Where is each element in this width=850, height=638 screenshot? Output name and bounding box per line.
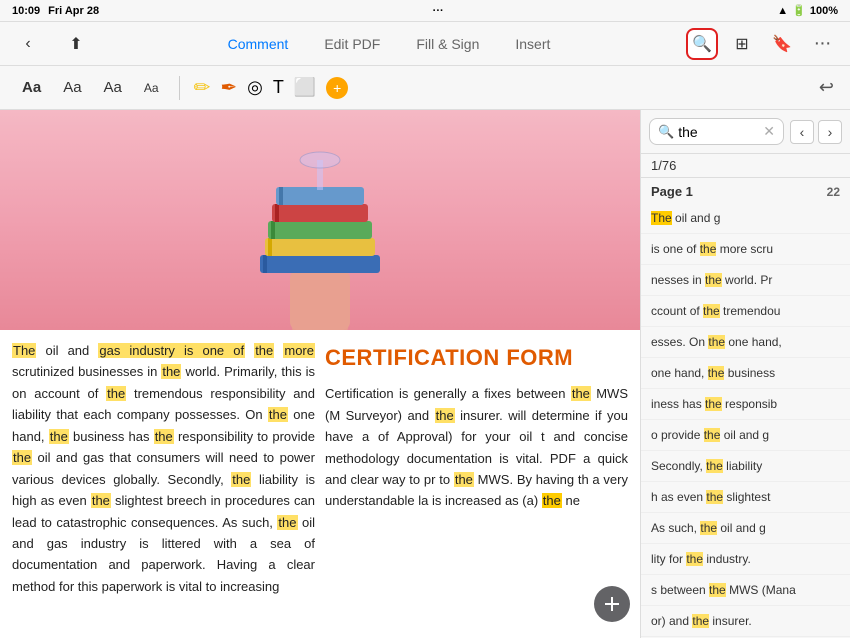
search-button[interactable]: 🔍 [686, 28, 718, 60]
search-icon: 🔍 [658, 124, 674, 140]
search-input-wrapper: 🔍 ✕ [649, 118, 784, 145]
cert-title: CERTIFICATION FORM [325, 340, 628, 375]
search-page-label: Page 1 [651, 184, 693, 199]
toolbar-divider-1 [179, 76, 180, 100]
undo-button[interactable]: ↩ [819, 77, 834, 98]
more-button[interactable]: ··· [806, 28, 838, 60]
search-count-bar: 1/76 [641, 154, 850, 178]
wifi-icon: ▲ [777, 5, 788, 17]
search-result-item[interactable]: esses. On the one hand, [641, 327, 850, 358]
search-result-item[interactable]: ccount of the tremendou [641, 296, 850, 327]
search-navigation: ‹ › [790, 120, 842, 144]
highlight-the-7: the [154, 429, 174, 444]
nav-right-actions: 🔍 ⊞ 🔖 ··· [686, 28, 838, 60]
highlight-the-1: The [12, 343, 36, 358]
search-page-header: Page 1 22 [641, 178, 850, 203]
highlight-tool[interactable]: ✏ [194, 75, 211, 100]
tab-fill-sign[interactable]: Fill & Sign [398, 30, 497, 58]
back-button[interactable]: ‹ [12, 28, 44, 60]
highlight-the-10: the [91, 493, 111, 508]
status-time: 10:09 [12, 5, 40, 17]
search-result-item[interactable]: one hand, the business [641, 358, 850, 389]
search-result-item[interactable]: The oil and g [641, 203, 850, 234]
grid-button[interactable]: ⊞ [726, 28, 758, 60]
highlight-gas: gas industry is one of [98, 343, 245, 358]
right-column: CERTIFICATION FORM Certification is gene… [325, 340, 628, 628]
tab-comment[interactable]: Comment [210, 30, 307, 58]
search-next-button[interactable]: › [818, 120, 842, 144]
highlight-the-9: the [231, 472, 251, 487]
status-bar: 10:09 Fri Apr 28 ··· ▲ 🔋 100% [0, 0, 850, 22]
font-size-regular[interactable]: Aa [98, 75, 128, 100]
books-illustration [120, 110, 520, 330]
search-result-item[interactable]: or) and the insurer. [641, 606, 850, 637]
search-result-item[interactable]: iness has the responsib [641, 389, 850, 420]
shape-tool[interactable]: ⬜ [294, 77, 316, 98]
search-result-item[interactable]: is one of the more scru [641, 234, 850, 265]
search-result-item[interactable]: s between the MWS (Mana [641, 575, 850, 606]
floating-action-button[interactable] [594, 586, 630, 622]
highlight-the-6: the [49, 429, 69, 444]
doc-page: The oil and gas industry is one of the m… [0, 110, 640, 638]
search-result-item[interactable]: o provide the oil and g [641, 420, 850, 451]
search-prev-button[interactable]: ‹ [790, 120, 814, 144]
search-input[interactable] [678, 124, 759, 140]
main-content: The oil and gas industry is one of the m… [0, 110, 850, 638]
nav-tabs: Comment Edit PDF Fill & Sign Insert [210, 30, 569, 58]
search-clear-button[interactable]: ✕ [763, 123, 775, 140]
status-ellipsis: ··· [433, 5, 444, 17]
highlight-the-5: the [268, 407, 288, 422]
search-result-item[interactable]: As such, the oil and g [641, 513, 850, 544]
highlight-the-8: the [12, 450, 32, 465]
highlight-the-11: the [277, 515, 297, 530]
search-panel: 🔍 ✕ ‹ › 1/76 Page 1 22 The oil and g is … [640, 110, 850, 638]
highlight-the-4: the [106, 386, 126, 401]
doc-text-area: The oil and gas industry is one of the m… [0, 330, 640, 638]
highlight-the-2: the [254, 343, 274, 358]
search-results-list[interactable]: The oil and g is one of the more scru ne… [641, 203, 850, 638]
text-tool[interactable]: T [273, 77, 284, 98]
search-bar: 🔍 ✕ ‹ › [641, 110, 850, 154]
search-page-count: 22 [827, 185, 840, 199]
add-tool[interactable]: + [326, 77, 348, 99]
font-size-medium[interactable]: Aa [57, 75, 87, 100]
highlight-the-r3: the [454, 472, 474, 487]
highlight-the-current: the [542, 493, 562, 508]
highlight-more: more [283, 343, 315, 358]
bookmark-button[interactable]: 🔖 [766, 28, 798, 60]
pen-tool[interactable]: ✒ [220, 75, 237, 100]
font-size-small[interactable]: Aa [138, 77, 165, 99]
highlight-the-r1: the [571, 386, 591, 401]
top-nav-bar: ‹ ⬆ Comment Edit PDF Fill & Sign Insert … [0, 22, 850, 66]
status-date: Fri Apr 28 [48, 5, 99, 17]
search-result-item[interactable]: h as even the slightest [641, 482, 850, 513]
battery-icon: 🔋 [792, 4, 806, 17]
highlight-the-r2: the [435, 408, 455, 423]
document-area: The oil and gas industry is one of the m… [0, 110, 640, 638]
font-size-large[interactable]: Aa [16, 75, 47, 100]
search-result-item[interactable]: lity for the industry. [641, 544, 850, 575]
tab-edit-pdf[interactable]: Edit PDF [306, 30, 398, 58]
battery-level: 100% [810, 5, 838, 17]
annotation-toolbar: Aa Aa Aa Aa ✏ ✒ ◎ T ⬜ + ↩ [0, 66, 850, 110]
search-result-item[interactable]: Secondly, the liability [641, 451, 850, 482]
highlight-the-3: the [161, 364, 181, 379]
eraser-tool[interactable]: ◎ [247, 77, 263, 98]
left-column: The oil and gas industry is one of the m… [12, 340, 315, 628]
search-current-count: 1/76 [651, 158, 676, 173]
search-result-item[interactable]: nesses in the world. Pr [641, 265, 850, 296]
tab-insert[interactable]: Insert [497, 30, 568, 58]
doc-header-image [0, 110, 640, 330]
action-icon [603, 595, 621, 613]
share-button[interactable]: ⬆ [60, 28, 92, 60]
